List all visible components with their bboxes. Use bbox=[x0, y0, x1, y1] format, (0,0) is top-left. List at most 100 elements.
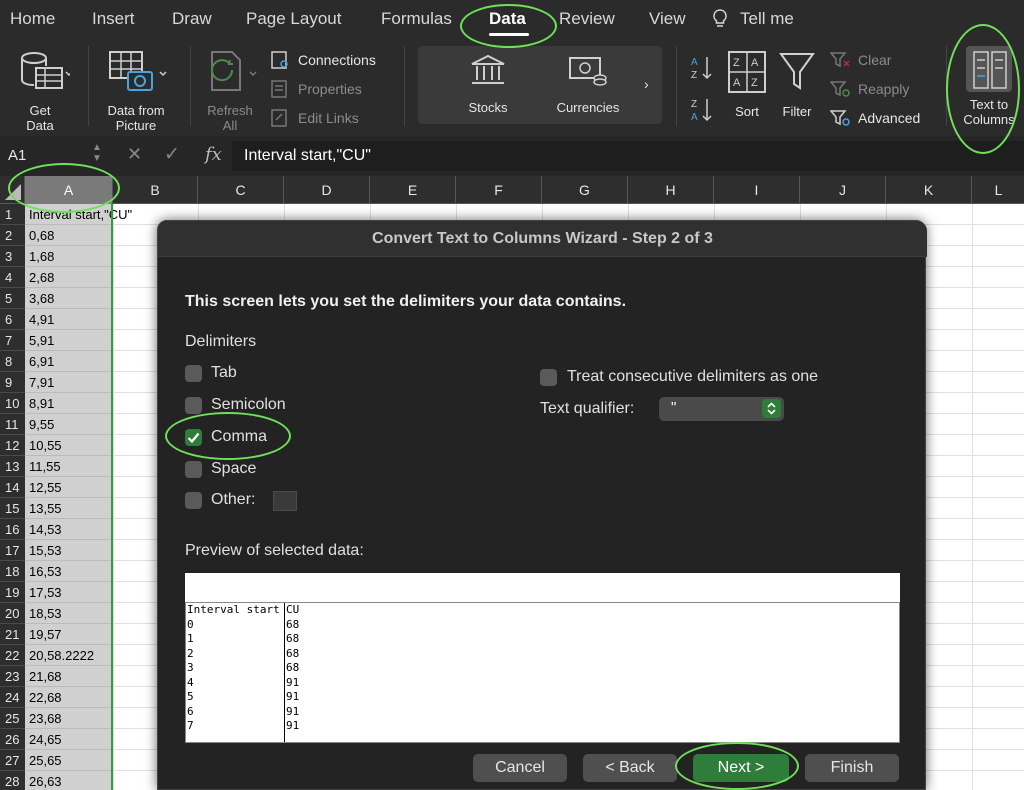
semicolon-label[interactable]: Semicolon bbox=[211, 396, 286, 414]
row-header[interactable]: 6 bbox=[0, 309, 25, 330]
tab-review[interactable]: Review bbox=[559, 9, 615, 29]
column-header-c[interactable]: C bbox=[198, 176, 284, 204]
row-header[interactable]: 9 bbox=[0, 372, 25, 393]
tab-view[interactable]: View bbox=[649, 9, 686, 29]
cell-a[interactable]: 1,68 bbox=[25, 246, 113, 267]
text-to-columns-button[interactable]: Text to Columns bbox=[956, 44, 1022, 132]
treat-consecutive-label[interactable]: Treat consecutive delimiters as one bbox=[567, 368, 818, 386]
column-header-h[interactable]: H bbox=[628, 176, 714, 204]
tab-insert[interactable]: Insert bbox=[92, 9, 135, 29]
cell-a[interactable]: 12,55 bbox=[25, 477, 113, 498]
row-header[interactable]: 14 bbox=[0, 477, 25, 498]
preview-column-divider[interactable] bbox=[284, 603, 285, 742]
other-label[interactable]: Other: bbox=[211, 491, 255, 509]
row-header[interactable]: 20 bbox=[0, 603, 25, 624]
function-icon[interactable]: fx bbox=[205, 144, 222, 165]
space-checkbox[interactable] bbox=[185, 461, 202, 478]
column-header-a[interactable]: A bbox=[25, 176, 113, 204]
cell-a[interactable]: 0,68 bbox=[25, 225, 113, 246]
filter-button[interactable]: Filter bbox=[774, 46, 820, 130]
column-header-j[interactable]: J bbox=[800, 176, 886, 204]
space-label[interactable]: Space bbox=[211, 460, 256, 478]
row-header[interactable]: 13 bbox=[0, 456, 25, 477]
cell-a[interactable]: 8,91 bbox=[25, 393, 113, 414]
cell-a[interactable]: 11,55 bbox=[25, 456, 113, 477]
cell-a[interactable]: 4,91 bbox=[25, 309, 113, 330]
row-header[interactable]: 17 bbox=[0, 540, 25, 561]
row-header[interactable]: 1 bbox=[0, 204, 25, 225]
name-box-stepper-icon[interactable]: ▲ ▼ bbox=[92, 142, 102, 164]
column-header-g[interactable]: G bbox=[542, 176, 628, 204]
name-box[interactable]: A1 bbox=[8, 147, 26, 164]
finish-button[interactable]: Finish bbox=[805, 754, 899, 782]
back-button[interactable]: < Back bbox=[583, 754, 677, 782]
cell-a[interactable]: 14,53 bbox=[25, 519, 113, 540]
get-data-button[interactable]: Get Data bbox=[8, 46, 78, 133]
row-header[interactable]: 26 bbox=[0, 729, 25, 750]
column-header-f[interactable]: F bbox=[456, 176, 542, 204]
cell-a[interactable]: 13,55 bbox=[25, 498, 113, 519]
sort-z-to-a-button[interactable]: Z A bbox=[690, 96, 714, 124]
tab-tell-me[interactable]: Tell me bbox=[740, 9, 794, 29]
text-qualifier-select[interactable]: " bbox=[659, 397, 784, 421]
row-header[interactable]: 24 bbox=[0, 687, 25, 708]
cell-a[interactable]: 18,53 bbox=[25, 603, 113, 624]
formula-input[interactable]: Interval start,"CU" bbox=[232, 141, 1024, 171]
cell-a[interactable]: 19,57 bbox=[25, 624, 113, 645]
cell-a[interactable]: 7,91 bbox=[25, 372, 113, 393]
column-header-b[interactable]: B bbox=[113, 176, 198, 204]
other-checkbox[interactable] bbox=[185, 492, 202, 509]
row-header[interactable]: 25 bbox=[0, 708, 25, 729]
row-header[interactable]: 5 bbox=[0, 288, 25, 309]
cell-a[interactable]: 26,63 bbox=[25, 771, 113, 790]
row-header[interactable]: 12 bbox=[0, 435, 25, 456]
cell-a[interactable]: 10,55 bbox=[25, 435, 113, 456]
stocks-button[interactable]: Stocks bbox=[458, 52, 518, 118]
comma-label[interactable]: Comma bbox=[211, 428, 267, 446]
row-header[interactable]: 19 bbox=[0, 582, 25, 603]
row-header[interactable]: 27 bbox=[0, 750, 25, 771]
cancel-formula-icon[interactable]: ✕ bbox=[127, 144, 142, 165]
next-button[interactable]: Next > bbox=[693, 754, 789, 782]
column-header-e[interactable]: E bbox=[370, 176, 456, 204]
row-header[interactable]: 7 bbox=[0, 330, 25, 351]
cancel-button[interactable]: Cancel bbox=[473, 754, 567, 782]
tab-page-layout[interactable]: Page Layout bbox=[246, 9, 341, 29]
column-header-l[interactable]: L bbox=[972, 176, 1024, 204]
column-header-k[interactable]: K bbox=[886, 176, 972, 204]
row-header[interactable]: 2 bbox=[0, 225, 25, 246]
cell-a[interactable]: 25,65 bbox=[25, 750, 113, 771]
column-header-d[interactable]: D bbox=[284, 176, 370, 204]
tab-formulas[interactable]: Formulas bbox=[381, 9, 452, 29]
cell-a[interactable]: 5,91 bbox=[25, 330, 113, 351]
row-header[interactable]: 23 bbox=[0, 666, 25, 687]
row-header[interactable]: 22 bbox=[0, 645, 25, 666]
cell-a[interactable]: 23,68 bbox=[25, 708, 113, 729]
cell-a[interactable]: 16,53 bbox=[25, 561, 113, 582]
tab-label[interactable]: Tab bbox=[211, 364, 237, 382]
row-header[interactable]: 15 bbox=[0, 498, 25, 519]
tab-data[interactable]: Data bbox=[489, 9, 526, 29]
other-delimiter-input[interactable] bbox=[273, 491, 297, 511]
cell-a[interactable]: Interval start,"CU" bbox=[25, 204, 132, 225]
data-from-picture-button[interactable]: Data from Picture bbox=[98, 46, 178, 133]
chevron-right-icon[interactable]: › bbox=[644, 76, 649, 92]
cell-a[interactable]: 9,55 bbox=[25, 414, 113, 435]
refresh-all-button[interactable]: Refresh All bbox=[200, 46, 262, 133]
select-all-corner[interactable] bbox=[0, 176, 25, 204]
row-header[interactable]: 11 bbox=[0, 414, 25, 435]
cell-a[interactable]: 22,68 bbox=[25, 687, 113, 708]
tab-home[interactable]: Home bbox=[10, 9, 55, 29]
sort-button[interactable]: Z A A Z Sort bbox=[724, 46, 770, 130]
cell-a[interactable]: 6,91 bbox=[25, 351, 113, 372]
row-header[interactable]: 4 bbox=[0, 267, 25, 288]
treat-consecutive-checkbox[interactable] bbox=[540, 369, 557, 386]
row-header[interactable]: 21 bbox=[0, 624, 25, 645]
preview-column-format-strip[interactable] bbox=[185, 573, 900, 602]
row-header[interactable]: 10 bbox=[0, 393, 25, 414]
cell-a[interactable]: 2,68 bbox=[25, 267, 113, 288]
cell-a[interactable]: 20,58.2222 bbox=[25, 645, 113, 666]
cell-a[interactable]: 3,68 bbox=[25, 288, 113, 309]
cell-a[interactable]: 24,65 bbox=[25, 729, 113, 750]
sort-a-to-z-button[interactable]: A Z bbox=[690, 54, 714, 82]
